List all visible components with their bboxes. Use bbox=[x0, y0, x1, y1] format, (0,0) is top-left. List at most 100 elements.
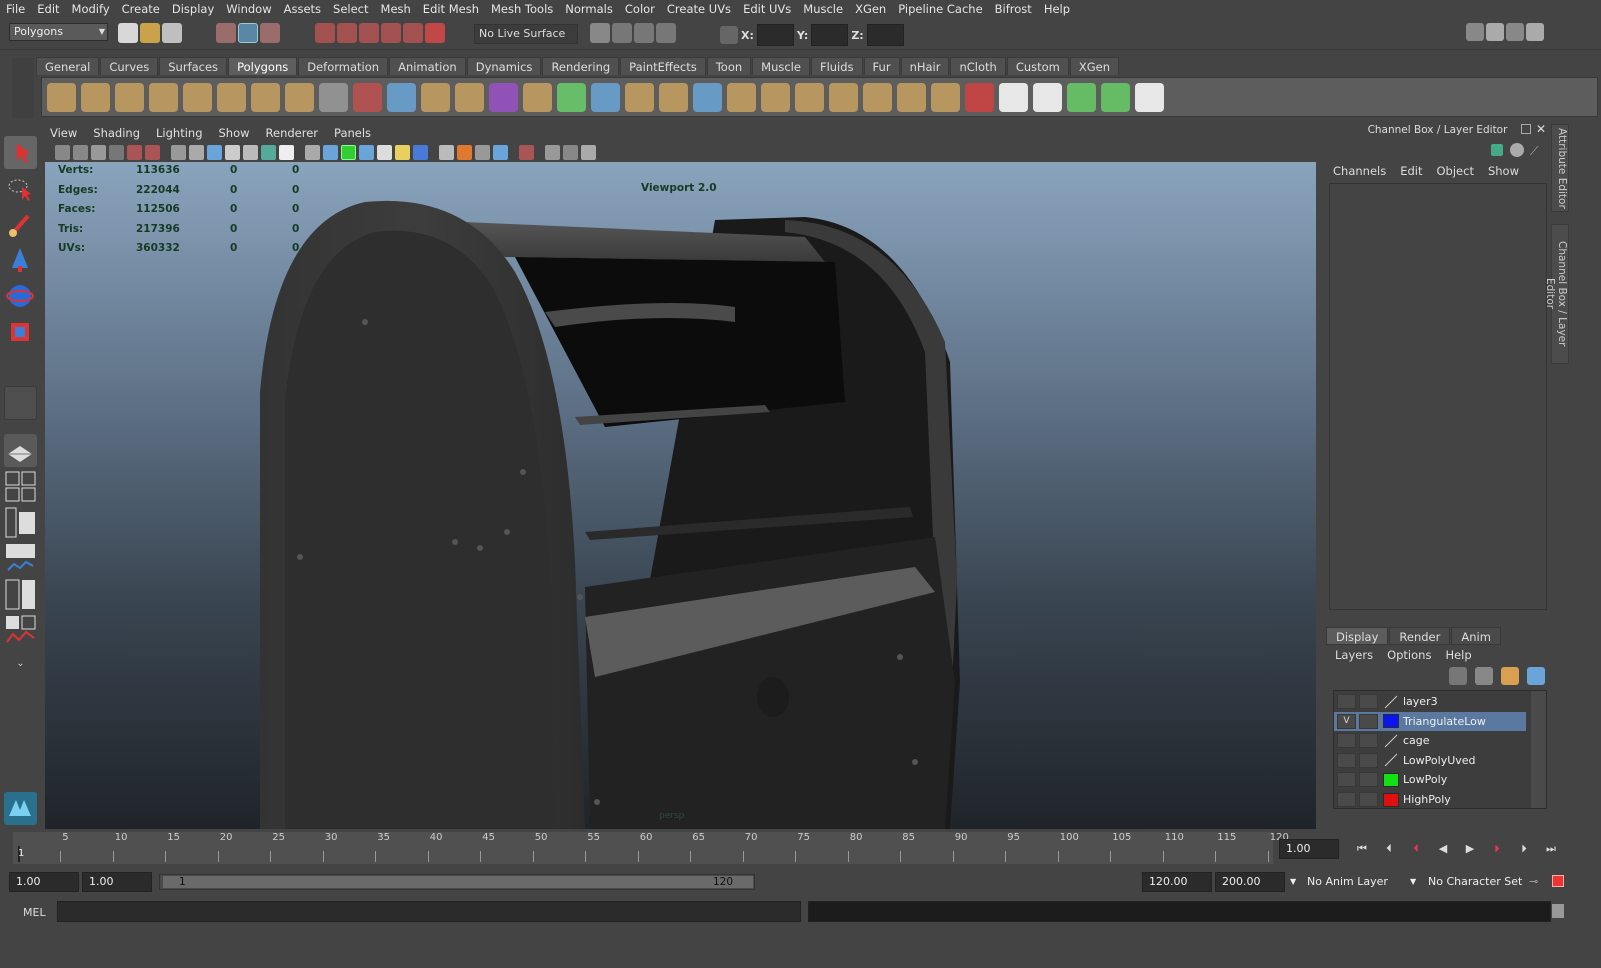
snap-surface-icon[interactable] bbox=[403, 23, 423, 43]
fill-hole-icon[interactable] bbox=[761, 82, 790, 112]
layer-display-type-toggle[interactable] bbox=[1359, 733, 1378, 749]
menu-file[interactable]: File bbox=[0, 2, 31, 16]
select-camera-icon[interactable] bbox=[55, 144, 70, 160]
select-hierarchy-icon[interactable] bbox=[216, 23, 236, 43]
character-set-dropdown[interactable]: No Character Set bbox=[1428, 872, 1522, 892]
bookmarks-icon[interactable] bbox=[91, 144, 106, 160]
lasso-tool-icon[interactable] bbox=[4, 172, 37, 205]
layer-color-swatch[interactable] bbox=[1383, 714, 1399, 729]
step-back-key-icon[interactable]: ⏴ bbox=[1379, 839, 1399, 859]
menu-select[interactable]: Select bbox=[327, 2, 374, 16]
separate-icon[interactable] bbox=[387, 82, 416, 112]
range-slider[interactable]: 1 120 bbox=[159, 874, 755, 890]
channel-box-menu-show[interactable]: Show bbox=[1481, 164, 1526, 178]
layer-color-swatch[interactable] bbox=[1383, 753, 1399, 767]
layer-tab-display[interactable]: Display bbox=[1326, 627, 1389, 645]
menu-set-dropdown[interactable]: Polygons ▼ bbox=[9, 23, 108, 41]
menu-create[interactable]: Create bbox=[116, 2, 166, 16]
ambient-occlusion-icon[interactable] bbox=[413, 144, 428, 160]
offset-edge-loop-icon[interactable] bbox=[863, 82, 892, 112]
layer-display-type-toggle[interactable] bbox=[1359, 694, 1378, 709]
safe-title-icon[interactable] bbox=[279, 144, 294, 160]
safe-action-icon[interactable] bbox=[261, 144, 276, 160]
anim-layer-dropdown[interactable]: No Anim Layer bbox=[1307, 872, 1388, 892]
select-component-icon[interactable] bbox=[260, 23, 280, 43]
channel-box-sync-icon[interactable] bbox=[1510, 143, 1524, 157]
render-view-icon[interactable] bbox=[590, 23, 610, 43]
layer-tab-render[interactable]: Render bbox=[1389, 627, 1451, 645]
select-tool-icon[interactable] bbox=[4, 136, 37, 169]
go-to-end-icon[interactable]: ⏭ bbox=[1541, 839, 1561, 859]
uv-layout-icon[interactable] bbox=[4, 614, 37, 647]
layer-menu-help[interactable]: Help bbox=[1438, 648, 1478, 662]
tool-settings-toggle-icon[interactable] bbox=[1506, 23, 1524, 41]
wireframe-icon[interactable] bbox=[305, 144, 320, 160]
shelf-tab-general[interactable]: General bbox=[36, 57, 100, 75]
poly-cube-icon[interactable] bbox=[81, 82, 110, 112]
grease-pencil-icon[interactable] bbox=[145, 144, 160, 160]
go-to-start-icon[interactable]: ⏮ bbox=[1352, 839, 1372, 859]
layer-visibility-toggle[interactable] bbox=[1337, 772, 1356, 788]
scale-tool-icon[interactable] bbox=[4, 316, 37, 349]
layer-row[interactable]: V TriangulateLow bbox=[1334, 711, 1526, 731]
shelf-tab-animation[interactable]: Animation bbox=[389, 57, 466, 75]
shelf-tab-custom[interactable]: Custom bbox=[1006, 57, 1069, 75]
menu-mesh-tools[interactable]: Mesh Tools bbox=[485, 2, 559, 16]
shelf-tab-nhair[interactable]: nHair bbox=[900, 57, 950, 75]
2d-pan-zoom-icon[interactable] bbox=[127, 144, 142, 160]
bridge-icon[interactable] bbox=[557, 82, 586, 112]
layer-row[interactable]: LowPolyUved bbox=[1334, 751, 1526, 770]
layer-name[interactable]: TriangulateLow bbox=[1403, 715, 1486, 728]
x-field[interactable] bbox=[756, 24, 794, 46]
new-layer-selected-icon[interactable] bbox=[1527, 667, 1545, 685]
shadows-icon[interactable] bbox=[395, 144, 410, 160]
open-scene-icon[interactable] bbox=[140, 23, 160, 43]
current-frame-field[interactable]: 1.00 bbox=[1279, 839, 1339, 859]
close-icon[interactable]: ✕ bbox=[1536, 122, 1546, 136]
play-backward-icon[interactable]: ◀ bbox=[1433, 839, 1453, 859]
chevron-down-icon[interactable]: ▼ bbox=[1410, 872, 1416, 892]
float-panel-icon[interactable] bbox=[1521, 124, 1531, 134]
xray-icon[interactable] bbox=[457, 144, 472, 160]
layer-row[interactable]: LowPoly bbox=[1334, 770, 1526, 789]
menu-muscle[interactable]: Muscle bbox=[797, 2, 849, 16]
render-frame-icon[interactable] bbox=[612, 23, 632, 43]
layer-color-swatch[interactable] bbox=[1383, 772, 1399, 787]
use-all-lights-icon[interactable] bbox=[377, 144, 392, 160]
shelf-tab-painteffects[interactable]: PaintEffects bbox=[620, 57, 706, 75]
poly-pyramid-icon[interactable] bbox=[251, 82, 280, 112]
transform-mode-icon[interactable] bbox=[720, 26, 738, 44]
channel-box-area[interactable] bbox=[1329, 183, 1547, 610]
shelf-tab-deformation[interactable]: Deformation bbox=[298, 57, 389, 75]
toolbox-expand-icon[interactable]: ⌄ bbox=[4, 658, 37, 676]
scene-start-field[interactable]: 1.00 bbox=[9, 872, 79, 892]
y-field[interactable] bbox=[811, 24, 849, 46]
attribute-editor-tab[interactable]: Attribute Editor bbox=[1551, 124, 1569, 212]
uv-unfold-icon[interactable] bbox=[1101, 82, 1130, 112]
layer-row[interactable]: layer3 bbox=[1334, 692, 1526, 711]
chevron-down-icon[interactable]: ▼ bbox=[1290, 872, 1296, 892]
uv-automatic-icon[interactable] bbox=[1067, 82, 1096, 112]
layer-menu-options[interactable]: Options bbox=[1380, 648, 1438, 662]
layer-list-scrollbar[interactable] bbox=[1531, 691, 1546, 808]
layer-display-type-toggle[interactable] bbox=[1359, 792, 1378, 807]
channel-box-edit-icon[interactable]: ⟋ bbox=[1530, 144, 1538, 159]
channel-box-menu-channels[interactable]: Channels bbox=[1326, 164, 1393, 178]
xray-joints-icon[interactable] bbox=[475, 144, 490, 160]
paint-select-tool-icon[interactable] bbox=[4, 208, 37, 241]
menu-edit[interactable]: Edit bbox=[31, 2, 65, 16]
persp-graph-layout-icon[interactable] bbox=[4, 542, 37, 575]
uv-planar-icon[interactable] bbox=[999, 82, 1028, 112]
move-layer-down-icon[interactable] bbox=[1475, 667, 1493, 685]
shelf-tab-toon[interactable]: Toon bbox=[706, 57, 752, 75]
snap-curve-icon[interactable] bbox=[337, 23, 357, 43]
shelf-menu-handle[interactable] bbox=[12, 58, 34, 118]
channel-box-toggle-icon[interactable] bbox=[1526, 23, 1544, 41]
layer-row[interactable]: cage bbox=[1334, 731, 1526, 750]
scene-end-field[interactable]: 200.00 bbox=[1215, 872, 1285, 892]
channel-box-menu-object[interactable]: Object bbox=[1430, 164, 1481, 178]
color-management-icon[interactable] bbox=[563, 144, 578, 160]
ipr-render-icon[interactable] bbox=[634, 23, 654, 43]
playback-start-field[interactable]: 1.00 bbox=[82, 872, 152, 892]
poly-torus-icon[interactable] bbox=[217, 82, 246, 112]
